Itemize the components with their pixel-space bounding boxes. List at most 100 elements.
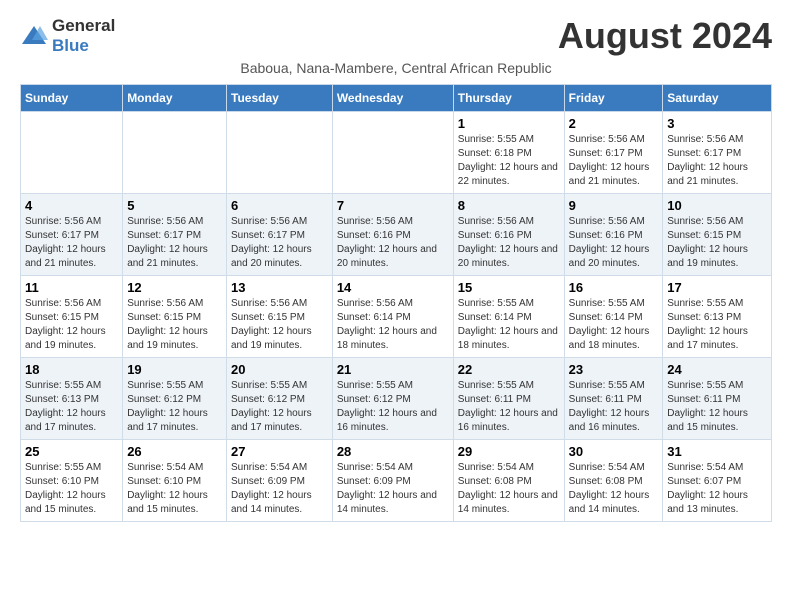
header-wednesday: Wednesday <box>332 85 453 112</box>
header-tuesday: Tuesday <box>227 85 333 112</box>
day-cell: 21Sunrise: 5:55 AM Sunset: 6:12 PM Dayli… <box>332 358 453 440</box>
day-info: Sunrise: 5:56 AM Sunset: 6:17 PM Dayligh… <box>25 215 118 271</box>
day-cell: 27 Sunrise: 5:54 AM Sunset: 6:09 PM Dayli… <box>227 440 333 522</box>
day-cell: 2 Sunrise: 5:56 AM Sunset: 6:17 PM Daylig… <box>564 112 663 194</box>
day-number: 23 <box>569 362 659 377</box>
day-cell: 24Sunrise: 5:55 AM Sunset: 6:11 PM Dayli… <box>663 358 772 440</box>
day-info: Sunrise: 5:55 AM Sunset: 6:12 PM Dayligh… <box>337 379 449 435</box>
day-info: Sunrise: 5:56 AM Sunset: 6:15 PM Dayligh… <box>127 297 222 353</box>
day-cell <box>21 112 123 194</box>
main-title: August 2024 <box>558 16 772 56</box>
week-row-1: 1 Sunrise: 5:55 AM Sunset: 6:18 PM Daylig… <box>21 112 772 194</box>
day-info: Sunrise: 5:55 AM Sunset: 6:13 PM Dayligh… <box>25 379 118 435</box>
day-info: Sunrise: 5:55 AM Sunset: 6:18 PM Dayligh… <box>458 133 560 189</box>
day-cell: 23 Sunrise: 5:55 AM Sunset: 6:11 PM Dayli… <box>564 358 663 440</box>
day-info: Sunrise: 5:54 AM Sunset: 6:09 PM Dayligh… <box>231 461 328 517</box>
day-cell: 4Sunrise: 5:56 AM Sunset: 6:17 PM Daylig… <box>21 194 123 276</box>
day-cell: 6 Sunrise: 5:56 AM Sunset: 6:17 PM Daylig… <box>227 194 333 276</box>
day-info: Sunrise: 5:54 AM Sunset: 6:07 PM Dayligh… <box>667 461 767 517</box>
day-cell: 11Sunrise: 5:56 AM Sunset: 6:15 PM Dayli… <box>21 276 123 358</box>
day-number: 7 <box>337 198 449 213</box>
day-number: 10 <box>667 198 767 213</box>
day-cell: 14 Sunrise: 5:56 AM Sunset: 6:14 PM Dayli… <box>332 276 453 358</box>
day-number: 1 <box>458 116 560 131</box>
day-number: 11 <box>25 280 118 295</box>
day-cell: 31 Sunrise: 5:54 AM Sunset: 6:07 PM Dayli… <box>663 440 772 522</box>
day-cell: 17Sunrise: 5:55 AM Sunset: 6:13 PM Dayli… <box>663 276 772 358</box>
day-number: 13 <box>231 280 328 295</box>
day-cell: 28 Sunrise: 5:54 AM Sunset: 6:09 PM Dayli… <box>332 440 453 522</box>
header-saturday: Saturday <box>663 85 772 112</box>
day-info: Sunrise: 5:56 AM Sunset: 6:15 PM Dayligh… <box>667 215 767 271</box>
day-cell: 9Sunrise: 5:56 AM Sunset: 6:16 PM Daylig… <box>564 194 663 276</box>
calendar-table: SundayMondayTuesdayWednesdayThursdayFrid… <box>20 84 772 522</box>
day-number: 8 <box>458 198 560 213</box>
week-row-5: 25Sunrise: 5:55 AM Sunset: 6:10 PM Dayli… <box>21 440 772 522</box>
day-cell <box>227 112 333 194</box>
day-cell: 7Sunrise: 5:56 AM Sunset: 6:16 PM Daylig… <box>332 194 453 276</box>
calendar-header: SundayMondayTuesdayWednesdayThursdayFrid… <box>21 85 772 112</box>
day-cell: 16Sunrise: 5:55 AM Sunset: 6:14 PM Dayli… <box>564 276 663 358</box>
day-cell: 20 Sunrise: 5:55 AM Sunset: 6:12 PM Dayli… <box>227 358 333 440</box>
day-number: 30 <box>569 444 659 459</box>
day-number: 27 <box>231 444 328 459</box>
calendar-body: 1 Sunrise: 5:55 AM Sunset: 6:18 PM Daylig… <box>21 112 772 522</box>
day-info: Sunrise: 5:56 AM Sunset: 6:15 PM Dayligh… <box>231 297 328 353</box>
day-info: Sunrise: 5:54 AM Sunset: 6:10 PM Dayligh… <box>127 461 222 517</box>
day-info: Sunrise: 5:55 AM Sunset: 6:14 PM Dayligh… <box>458 297 560 353</box>
header: General Blue August 2024 <box>20 16 772 56</box>
day-info: Sunrise: 5:56 AM Sunset: 6:17 PM Dayligh… <box>667 133 767 189</box>
day-cell <box>123 112 227 194</box>
logo-icon <box>20 24 48 48</box>
day-number: 16 <box>569 280 659 295</box>
day-info: Sunrise: 5:56 AM Sunset: 6:17 PM Dayligh… <box>231 215 328 271</box>
day-info: Sunrise: 5:55 AM Sunset: 6:12 PM Dayligh… <box>231 379 328 435</box>
day-number: 14 <box>337 280 449 295</box>
day-cell: 8 Sunrise: 5:56 AM Sunset: 6:16 PM Daylig… <box>453 194 564 276</box>
day-info: Sunrise: 5:55 AM Sunset: 6:11 PM Dayligh… <box>667 379 767 435</box>
day-info: Sunrise: 5:56 AM Sunset: 6:17 PM Dayligh… <box>127 215 222 271</box>
logo-blue: Blue <box>52 36 115 56</box>
day-cell: 18 Sunrise: 5:55 AM Sunset: 6:13 PM Dayli… <box>21 358 123 440</box>
logo-general: General <box>52 16 115 36</box>
day-info: Sunrise: 5:54 AM Sunset: 6:08 PM Dayligh… <box>569 461 659 517</box>
day-cell: 13 Sunrise: 5:56 AM Sunset: 6:15 PM Dayli… <box>227 276 333 358</box>
day-number: 20 <box>231 362 328 377</box>
day-cell: 12 Sunrise: 5:56 AM Sunset: 6:15 PM Dayli… <box>123 276 227 358</box>
day-info: Sunrise: 5:54 AM Sunset: 6:08 PM Dayligh… <box>458 461 560 517</box>
subtitle: Baboua, Nana-Mambere, Central African Re… <box>20 60 772 76</box>
day-info: Sunrise: 5:54 AM Sunset: 6:09 PM Dayligh… <box>337 461 449 517</box>
logo: General Blue <box>20 16 115 56</box>
day-cell <box>332 112 453 194</box>
day-cell: 19 Sunrise: 5:55 AM Sunset: 6:12 PM Dayli… <box>123 358 227 440</box>
day-number: 6 <box>231 198 328 213</box>
day-number: 2 <box>569 116 659 131</box>
week-row-2: 4Sunrise: 5:56 AM Sunset: 6:17 PM Daylig… <box>21 194 772 276</box>
day-info: Sunrise: 5:56 AM Sunset: 6:16 PM Dayligh… <box>458 215 560 271</box>
day-number: 26 <box>127 444 222 459</box>
header-thursday: Thursday <box>453 85 564 112</box>
header-friday: Friday <box>564 85 663 112</box>
day-info: Sunrise: 5:56 AM Sunset: 6:14 PM Dayligh… <box>337 297 449 353</box>
day-number: 19 <box>127 362 222 377</box>
day-number: 28 <box>337 444 449 459</box>
title-area: August 2024 <box>558 16 772 56</box>
day-cell: 22Sunrise: 5:55 AM Sunset: 6:11 PM Dayli… <box>453 358 564 440</box>
header-monday: Monday <box>123 85 227 112</box>
day-number: 3 <box>667 116 767 131</box>
day-number: 31 <box>667 444 767 459</box>
day-cell: 10 Sunrise: 5:56 AM Sunset: 6:15 PM Dayli… <box>663 194 772 276</box>
day-cell: 26 Sunrise: 5:54 AM Sunset: 6:10 PM Dayli… <box>123 440 227 522</box>
day-cell: 30 Sunrise: 5:54 AM Sunset: 6:08 PM Dayli… <box>564 440 663 522</box>
day-cell: 29Sunrise: 5:54 AM Sunset: 6:08 PM Dayli… <box>453 440 564 522</box>
day-number: 18 <box>25 362 118 377</box>
day-number: 25 <box>25 444 118 459</box>
day-number: 12 <box>127 280 222 295</box>
day-info: Sunrise: 5:55 AM Sunset: 6:12 PM Dayligh… <box>127 379 222 435</box>
day-cell: 5Sunrise: 5:56 AM Sunset: 6:17 PM Daylig… <box>123 194 227 276</box>
day-info: Sunrise: 5:55 AM Sunset: 6:11 PM Dayligh… <box>569 379 659 435</box>
day-info: Sunrise: 5:56 AM Sunset: 6:17 PM Dayligh… <box>569 133 659 189</box>
day-number: 15 <box>458 280 560 295</box>
day-cell: 1 Sunrise: 5:55 AM Sunset: 6:18 PM Daylig… <box>453 112 564 194</box>
day-number: 9 <box>569 198 659 213</box>
